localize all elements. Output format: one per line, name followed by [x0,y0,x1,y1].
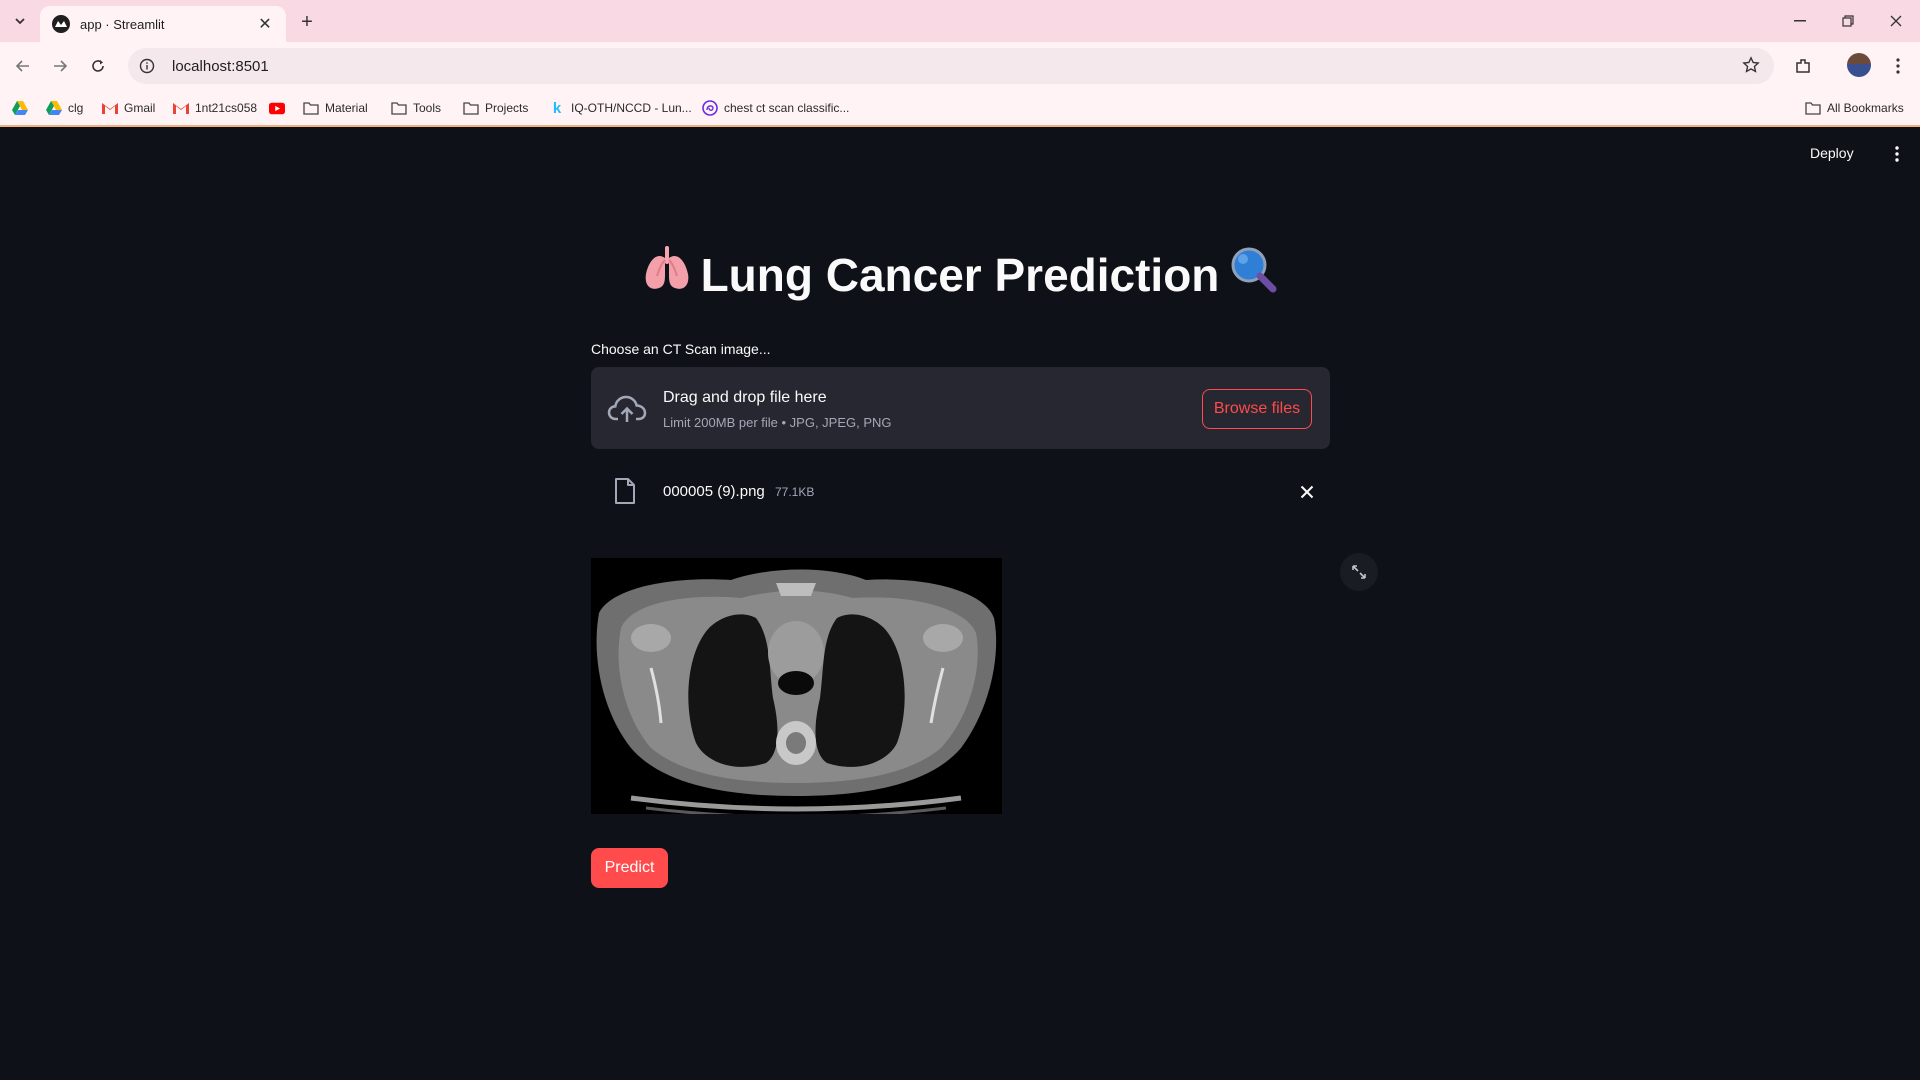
kaggle-icon: k [552,99,562,117]
bookmark-youtube[interactable] [269,97,291,119]
restore-icon[interactable] [1826,8,1870,34]
address-bar[interactable]: localhost:8501 [128,48,1774,84]
bookmarks-bar: clg Gmail 1nt21cs058 Material Tools Proj… [0,89,1920,127]
tab-close-icon[interactable]: ✕ [256,15,274,33]
page-title-text: Lung Cancer Prediction [700,248,1220,301]
streamlit-favicon-icon [52,15,70,33]
bookmark-projects[interactable]: Projects [463,97,528,119]
site-icon [702,100,718,116]
reload-icon[interactable] [84,52,112,80]
bookmark-tools[interactable]: Tools [391,97,441,119]
predict-button[interactable]: Predict [591,848,668,888]
bookmark-star-icon[interactable] [1742,56,1760,79]
uploaded-file-name: 000005 (9).png [663,483,765,500]
page-title: Lung Cancer Prediction [591,245,1329,304]
new-tab-icon[interactable]: + [296,11,318,33]
browser-tabstrip: app · Streamlit ✕ + [0,0,1920,42]
bookmark-iq-oth[interactable]: k IQ-OTH/NCCD - Lun... [549,97,692,119]
browse-files-button[interactable]: Browse files [1202,389,1312,429]
ct-scan-image [591,558,1002,814]
file-icon [613,477,637,505]
browser-tab-active[interactable]: app · Streamlit ✕ [40,6,286,42]
close-window-icon[interactable] [1874,8,1918,34]
uploader-label: Choose an CT Scan image... [591,341,771,357]
magnifier-icon [1229,245,1277,304]
uploaded-file-row: 000005 (9).png 77.1KB [591,467,1330,517]
bookmark-clg[interactable]: clg [46,97,83,119]
bookmark-drive[interactable] [12,97,34,119]
back-icon[interactable] [9,52,37,80]
remove-file-icon[interactable] [1295,480,1319,504]
browser-menu-icon[interactable] [1885,53,1911,79]
folder-icon [1805,100,1821,116]
browser-toolbar: localhost:8501 [0,42,1920,89]
bookmark-material[interactable]: Material [303,97,368,119]
url-text: localhost:8501 [172,57,269,75]
folder-icon [391,100,407,116]
google-drive-icon [46,100,62,116]
gmail-icon [173,100,189,116]
uploaded-file-size: 77.1KB [775,485,815,499]
bookmark-gmail[interactable]: Gmail [102,97,155,119]
extensions-icon[interactable] [1790,53,1816,79]
gmail-icon [102,100,118,116]
bookmark-chest-ct[interactable]: chest ct scan classific... [702,97,849,119]
file-dropzone[interactable]: Drag and drop file here Limit 200MB per … [591,367,1330,449]
cloud-upload-icon [607,389,647,429]
bookmark-all-bookmarks[interactable]: All Bookmarks [1805,97,1904,119]
app-menu-icon[interactable] [1888,144,1906,164]
folder-icon [463,100,479,116]
profile-avatar[interactable] [1847,53,1871,77]
site-info-icon[interactable] [134,53,160,79]
streamlit-app: Deploy Lung Cancer Prediction Choose an … [0,127,1920,1080]
youtube-icon [269,100,285,116]
folder-icon [303,100,319,116]
bookmark-1nt21cs058[interactable]: 1nt21cs058 [173,97,257,119]
minimize-icon[interactable] [1778,8,1822,34]
tab-search-chevron-icon[interactable] [8,9,32,33]
dropzone-limit-text: Limit 200MB per file • JPG, JPEG, PNG [663,415,892,430]
tab-title: app · Streamlit [80,16,165,32]
dropzone-title: Drag and drop file here [663,389,827,406]
lungs-icon [643,246,691,303]
forward-icon[interactable] [46,52,74,80]
fullscreen-icon[interactable] [1340,553,1378,591]
google-drive-icon [12,100,28,116]
deploy-button[interactable]: Deploy [1810,145,1854,161]
